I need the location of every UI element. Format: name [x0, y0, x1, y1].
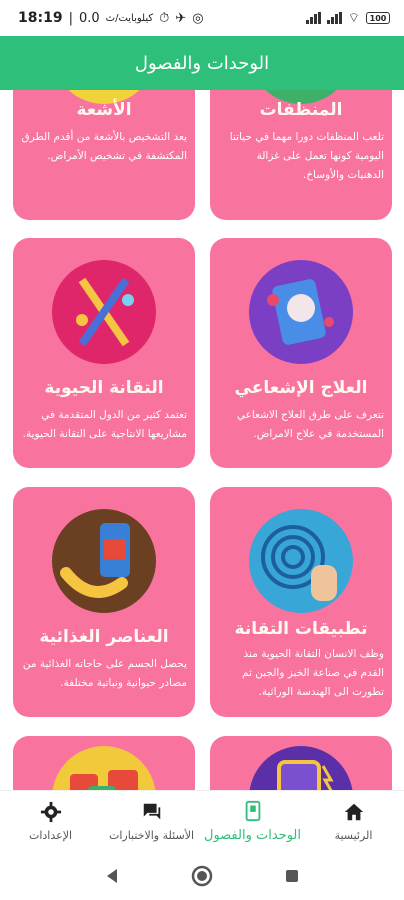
card-description: تلعب المنظفات دورا مهما في حياتنا اليومي…	[229, 131, 384, 181]
card-title: المنظفات	[259, 100, 343, 120]
telegram-icon: ✈	[175, 10, 187, 26]
signal-icon-2	[326, 12, 342, 24]
nav-label: الإعدادات	[28, 829, 73, 842]
nav-label: الوحدات والفصول	[204, 828, 301, 843]
signal-icon	[305, 12, 321, 24]
status-separator: |	[68, 10, 73, 26]
card-description: تعتمد كثير من الدول المتقدمة في مشاريعها…	[22, 409, 187, 440]
home-icon	[344, 803, 363, 821]
status-time-group: 18:19 | 0.0 كيلوبايت/ث ⏱ ✈ ◎	[18, 10, 204, 26]
unit-card-detergents[interactable]: المنظفات تلعب المنظفات دورا مهما في حيات…	[210, 90, 392, 220]
units-grid[interactable]: المنظفات تلعب المنظفات دورا مهما في حيات…	[0, 90, 404, 790]
card-title: التقانة الحيوية	[44, 378, 164, 398]
status-speed-unit: كيلوبايت/ث	[105, 12, 154, 24]
card-title: الأشعة	[76, 100, 132, 120]
unit-card-radiotherapy[interactable]: العلاج الإشعاعي تتعرف على طرق العلاج الا…	[210, 238, 392, 468]
status-speed: 0.0	[78, 10, 100, 26]
nav-item-units[interactable]: الوحدات والفصول	[202, 791, 303, 852]
nav-item-quizzes[interactable]: الأسئلة والاختبارات	[101, 791, 202, 852]
clock-icon: ⏱	[159, 10, 170, 26]
recents-icon[interactable]	[283, 867, 301, 885]
status-time: 18:19	[18, 10, 63, 26]
radiotherapy-icon	[249, 260, 353, 364]
nav-label: الأسئلة والاختبارات	[108, 829, 195, 842]
wifi-icon: ⌔	[347, 11, 360, 26]
nav-label: الرئيسية	[334, 829, 373, 842]
app-bar: الوحدات والفصول	[0, 36, 404, 90]
back-icon[interactable]	[103, 867, 121, 885]
system-navigation	[0, 852, 404, 900]
book-icon	[245, 800, 260, 822]
dna-icon	[52, 260, 156, 364]
jar-icon	[249, 746, 353, 790]
battery-icon: 100	[366, 12, 390, 24]
gear-icon	[40, 801, 61, 823]
card-description: تتعرف على طرق العلاج الاشعاعي المستخدمة …	[236, 409, 384, 440]
fingerprint-icon	[249, 509, 353, 613]
page-title: الوحدات والفصول	[134, 52, 270, 74]
card-description: يحصل الجسم على حاجاته الغذائية من مصادر …	[22, 658, 187, 689]
unit-card-7[interactable]	[210, 736, 392, 790]
home-button-icon[interactable]	[191, 865, 213, 887]
status-bar: 18:19 | 0.0 كيلوبايت/ث ⏱ ✈ ◎ ⌔ 100	[0, 0, 404, 36]
whatsapp-icon: ◎	[192, 10, 204, 26]
card-title: العناصر الغذائية	[39, 627, 169, 647]
food-icon	[52, 746, 156, 790]
unit-card-xray[interactable]: الأشعة يعد التشخيص بالأشعة من أقدم الطرق…	[13, 90, 195, 220]
unit-card-8[interactable]	[13, 736, 195, 790]
bottom-navigation: الرئيسية الوحدات والفصول الأسئلة والاختب…	[0, 790, 404, 852]
card-title: العلاج الإشعاعي	[234, 378, 368, 398]
card-description: يعد التشخيص بالأشعة من أقدم الطرق المكتش…	[21, 131, 188, 162]
unit-card-nutrients[interactable]: العناصر الغذائية يحصل الجسم على حاجاته ا…	[13, 487, 195, 717]
card-description: وظف الانسان التقانة الحيوية منذ القدم في…	[242, 648, 384, 698]
banana-battery-icon	[52, 509, 156, 613]
card-title: تطبيقات التقانة	[234, 619, 368, 639]
nav-item-settings[interactable]: الإعدادات	[0, 791, 101, 852]
unit-card-biotech[interactable]: التقانة الحيوية تعتمد كثير من الدول المت…	[13, 238, 195, 468]
unit-card-tech-applications[interactable]: تطبيقات التقانة وظف الانسان التقانة الحي…	[210, 487, 392, 717]
status-icons: ⌔ 100	[305, 10, 390, 26]
chat-icon	[143, 803, 160, 820]
nav-item-home[interactable]: الرئيسية	[303, 791, 404, 852]
